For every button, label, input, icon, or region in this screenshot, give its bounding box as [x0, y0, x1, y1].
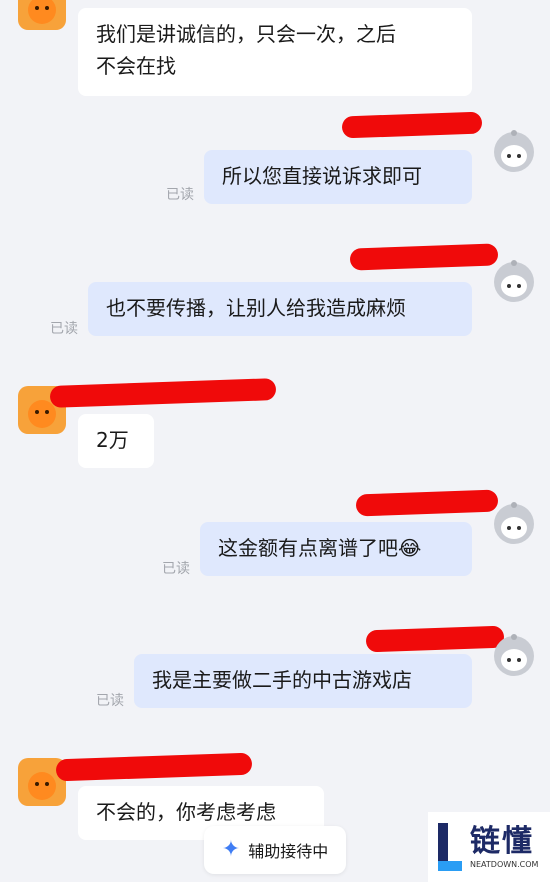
assist-reception-button[interactable]: ✦ 辅助接待中 [204, 826, 346, 874]
message-text-line: 我们是讲诚信的，只会一次，之后 [96, 22, 396, 46]
redacted-name [55, 752, 253, 782]
message-text-line: 不会在找 [96, 54, 176, 78]
robot-avatar-icon [494, 260, 534, 302]
sparkle-icon: ✦ [221, 837, 241, 862]
read-status: 已读 [50, 321, 78, 337]
message-bubble-outgoing[interactable]: 这金额有点离谱了吧😂 [200, 522, 472, 576]
avatar-self[interactable] [490, 128, 538, 176]
message-bubble-incoming[interactable]: 2万 [78, 414, 154, 468]
avatar-merchant[interactable] [18, 0, 66, 30]
read-status: 已读 [166, 187, 194, 203]
avatar-self[interactable] [490, 500, 538, 548]
read-status: 已读 [162, 561, 190, 577]
redacted-name [341, 111, 483, 139]
redacted-name [365, 625, 505, 653]
logo-l-icon [434, 821, 464, 873]
avatar-self[interactable] [490, 258, 538, 306]
orange-mascot-icon [28, 0, 56, 24]
redacted-name [349, 243, 499, 271]
avatar-self[interactable] [490, 632, 538, 680]
robot-avatar-icon [494, 130, 534, 172]
watermark-logo: 链懂 NEATDOWN.COM [428, 812, 550, 882]
redacted-name [355, 489, 499, 517]
read-status: 已读 [96, 693, 124, 709]
redacted-name [49, 378, 277, 408]
robot-avatar-icon [494, 634, 534, 676]
watermark-title: 链懂 [470, 824, 534, 859]
watermark-subtitle: NEATDOWN.COM [470, 860, 539, 869]
assist-reception-label: 辅助接待中 [248, 842, 329, 861]
message-bubble-outgoing[interactable]: 也不要传播，让别人给我造成麻烦 [88, 282, 472, 336]
message-bubble-outgoing[interactable]: 所以您直接说诉求即可 [204, 150, 472, 204]
message-bubble-outgoing[interactable]: 我是主要做二手的中古游戏店 [134, 654, 472, 708]
robot-avatar-icon [494, 502, 534, 544]
message-bubble-incoming[interactable]: 我们是讲诚信的，只会一次，之后 不会在找 [78, 8, 472, 96]
